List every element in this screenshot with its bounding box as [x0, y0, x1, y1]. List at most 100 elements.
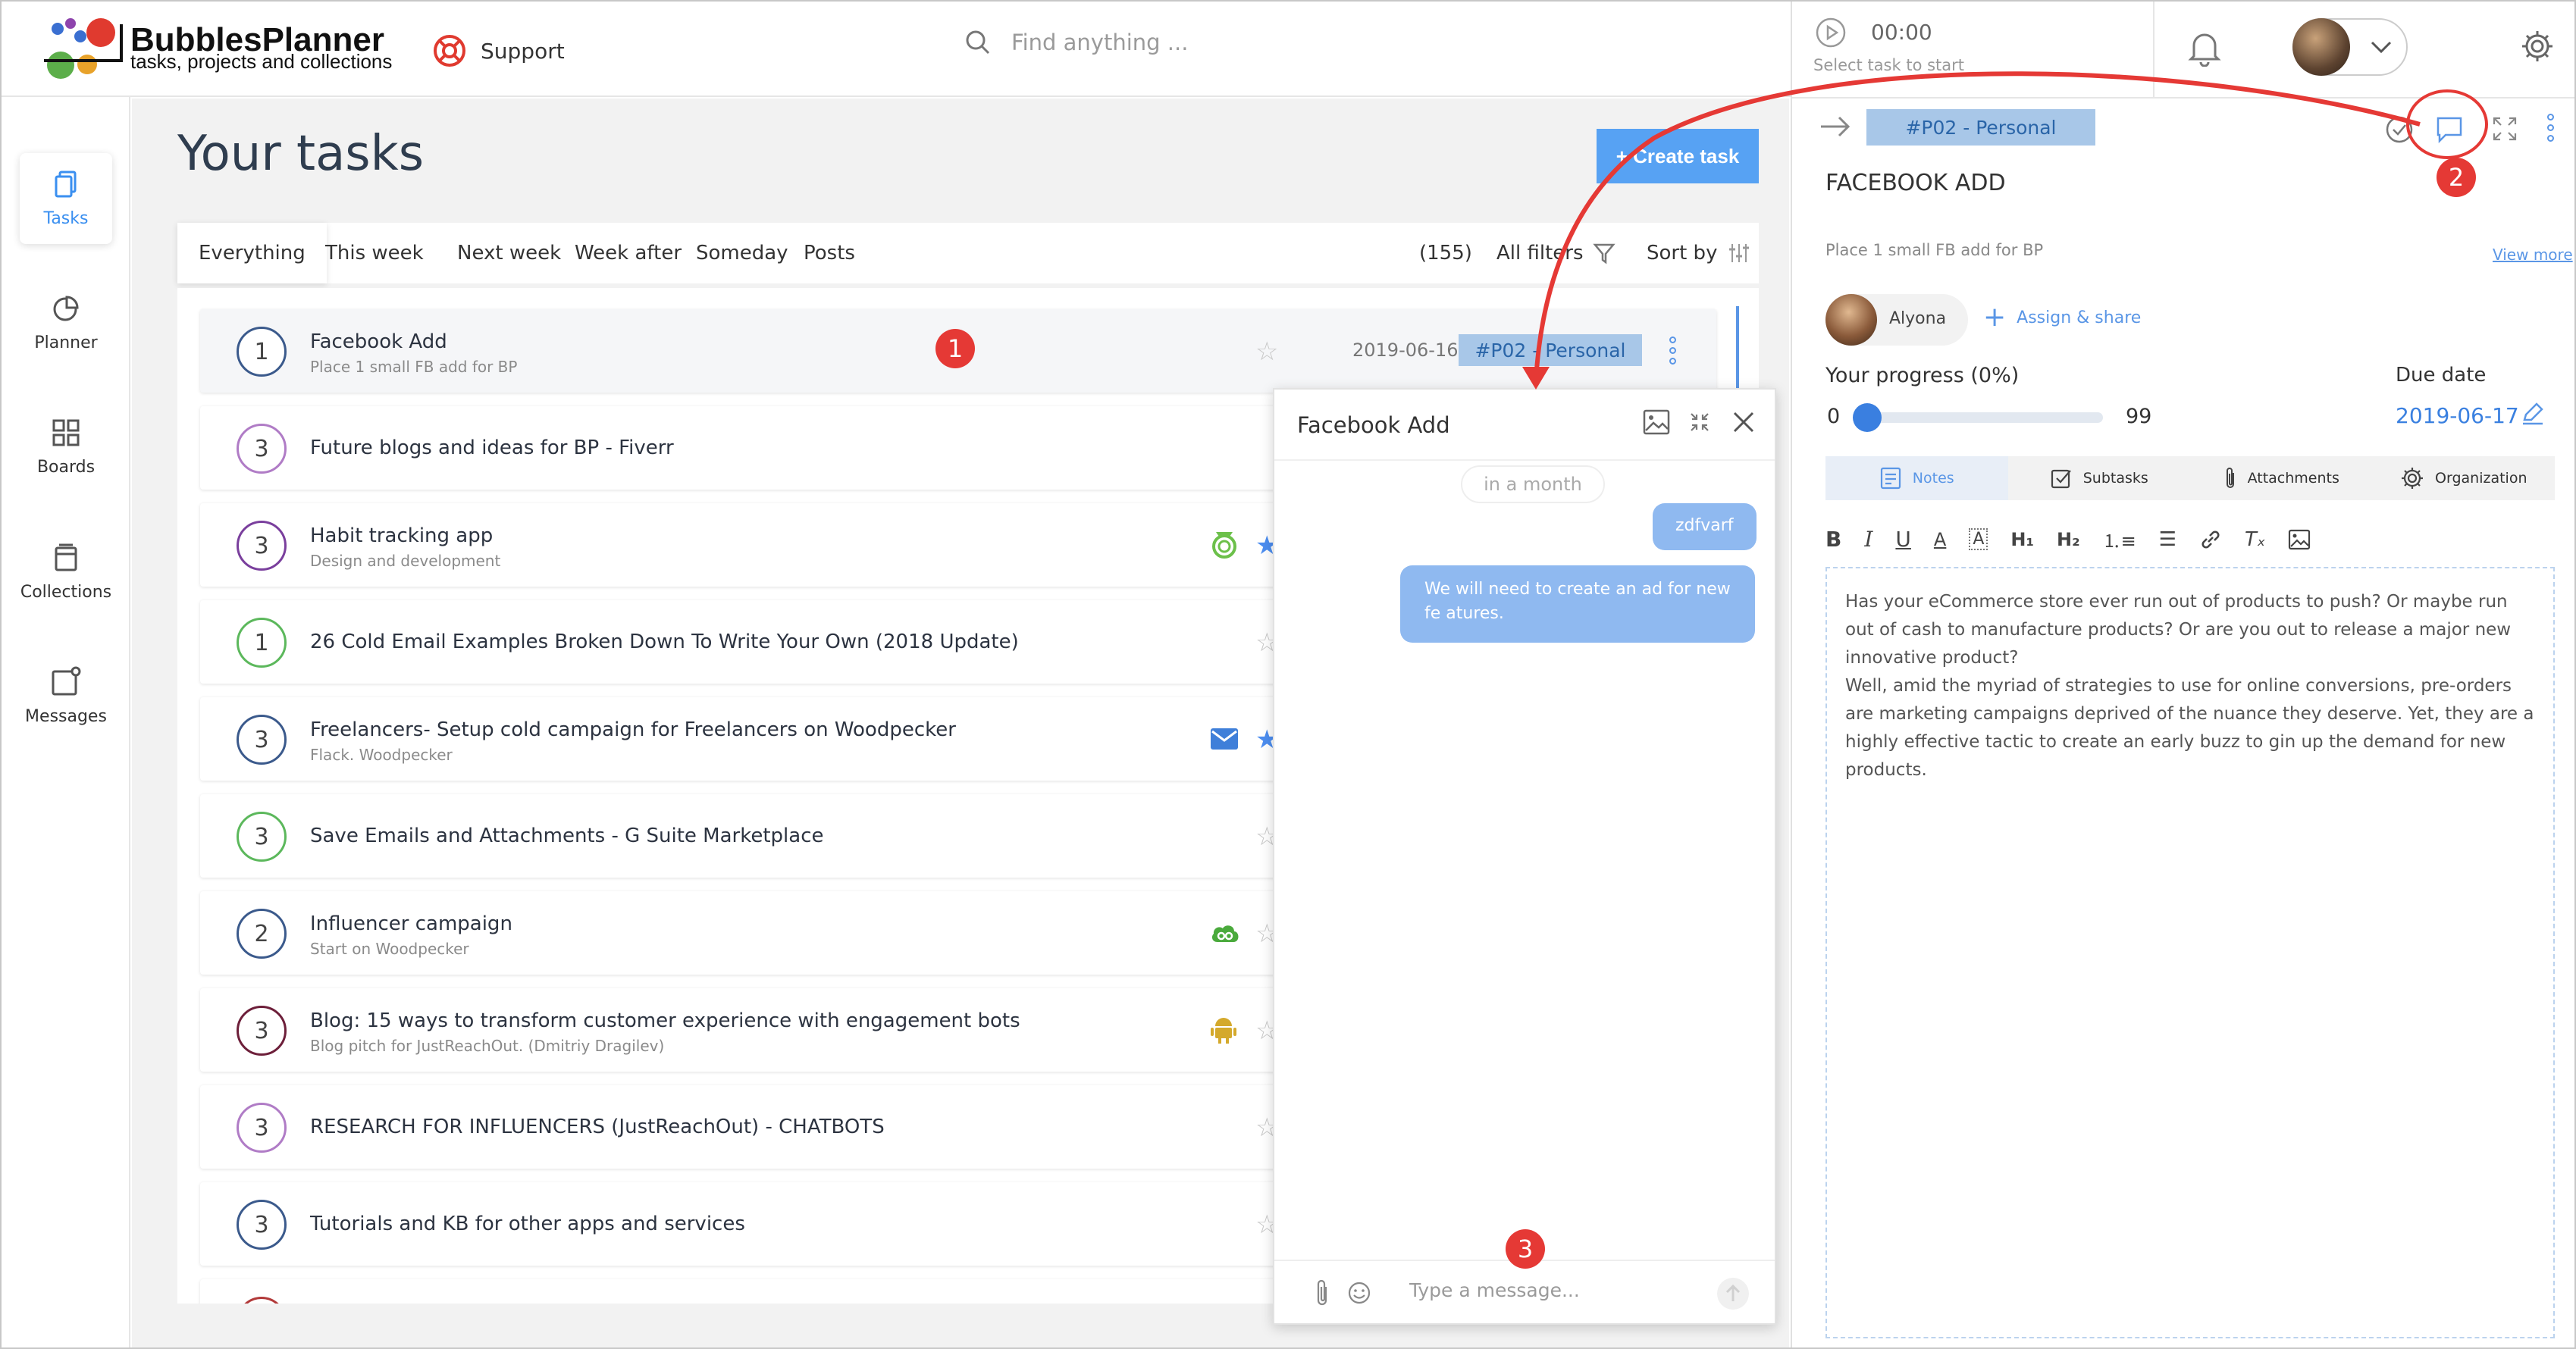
gear-icon[interactable] — [2520, 29, 2555, 64]
tab-label: Notes — [1912, 470, 1954, 487]
panel-tag[interactable]: #P02 - Personal — [1866, 109, 2095, 146]
task-count: (155) — [1419, 242, 1472, 264]
priority-circle: 2 — [237, 909, 287, 959]
android-icon — [1211, 1018, 1236, 1044]
tab-label: Organization — [2435, 470, 2527, 487]
notes-editor[interactable]: Has your eCommerce store ever run out of… — [1825, 567, 2555, 1338]
priority-circle: 3 — [237, 424, 287, 474]
all-filters-button[interactable]: All filters — [1496, 223, 1615, 283]
search-icon[interactable] — [964, 29, 992, 56]
app-logo-icon — [1212, 532, 1236, 559]
italic-icon[interactable]: I — [1864, 527, 1872, 552]
priority-circle: 3 — [237, 812, 287, 862]
sidebar-item-label: Planner — [34, 333, 98, 352]
ordered-list-icon[interactable]: ⒈≡ — [2103, 526, 2136, 552]
task-title: Influencer campaign — [310, 912, 512, 935]
link-icon[interactable] — [2199, 528, 2222, 551]
task-title: Future blogs and ideas for BP - Fiverr — [310, 437, 674, 459]
slider-handle[interactable] — [1853, 403, 1882, 432]
send-icon[interactable] — [1716, 1276, 1750, 1311]
task-detail-panel: 00:00 Select task to start #P02 - Person… — [1791, 2, 2574, 1347]
tab-next-week[interactable]: Next week — [457, 223, 561, 283]
chat-bubble-icon[interactable] — [2435, 115, 2464, 144]
brand-tagline: tasks, projects and collections — [130, 50, 393, 73]
stack-icon — [55, 543, 77, 571]
sort-by-button[interactable]: Sort by — [1647, 223, 1750, 283]
due-date-value[interactable]: 2019-06-17 — [2396, 403, 2519, 428]
bold-icon[interactable]: B — [1825, 527, 1841, 552]
tab-notes[interactable]: Notes — [1825, 456, 2008, 500]
task-title: Save Emails and Attachments - G Suite Ma… — [310, 825, 824, 847]
paperclip-icon — [2226, 468, 2234, 488]
annotation-badge-2: 2 — [2437, 158, 2476, 197]
image-icon[interactable] — [2288, 529, 2311, 550]
tab-someday[interactable]: Someday — [696, 223, 788, 283]
sidebar-item-messages[interactable]: Messages — [20, 650, 112, 741]
more-menu-icon[interactable] — [2547, 114, 2554, 142]
app-window: BubblesPlanner tasks, projects and colle… — [0, 0, 2576, 1349]
chat-message: zdfvarf — [1653, 503, 1757, 550]
panel-task-description: Place 1 small FB add for BP — [1825, 241, 2044, 259]
grid-icon — [52, 419, 80, 446]
paperclip-icon[interactable] — [1314, 1278, 1330, 1308]
play-icon[interactable] — [1815, 17, 1847, 49]
avatar — [2292, 18, 2350, 76]
plus-icon: + — [1983, 302, 2007, 333]
emoji-icon[interactable] — [1347, 1281, 1371, 1305]
clear-format-icon[interactable]: Tₓ — [2245, 528, 2265, 551]
annotation-badge-3: 3 — [1506, 1229, 1545, 1269]
expand-icon[interactable] — [2491, 115, 2518, 142]
chat-message: We will need to create an ad for new fe … — [1400, 565, 1755, 643]
notes-paragraph: Has your eCommerce store ever run out of… — [1845, 592, 2512, 668]
pie-chart-icon — [53, 295, 79, 321]
tab-everything[interactable]: Everything — [177, 223, 327, 283]
bell-icon[interactable] — [2186, 27, 2223, 67]
task-date: 2019-06-16 — [1352, 340, 1459, 361]
sidebar-item-label: Boards — [36, 457, 96, 477]
check-circle-icon[interactable] — [2385, 115, 2414, 144]
star-icon[interactable]: ☆ — [1255, 336, 1278, 367]
text-color-icon[interactable]: A — [1934, 529, 1946, 550]
assignee-chip[interactable]: Alyona — [1825, 294, 1968, 346]
tab-subtasks[interactable]: Subtasks — [2008, 456, 2191, 500]
heading2-icon[interactable]: H₂ — [2057, 529, 2080, 550]
sidebar-item-planner[interactable]: Planner — [20, 277, 112, 368]
assignee-name: Alyona — [1889, 309, 1947, 328]
sidebar-item-label: Tasks — [43, 208, 89, 228]
sidebar-item-tasks[interactable]: Tasks — [20, 153, 112, 244]
avatar — [1825, 294, 1877, 346]
search-input[interactable] — [1011, 30, 1330, 55]
view-more-link[interactable]: View more — [2493, 246, 2573, 264]
tab-this-week[interactable]: This week — [325, 223, 424, 283]
message-input[interactable] — [1409, 1279, 1682, 1301]
tab-posts[interactable]: Posts — [804, 223, 855, 283]
logo[interactable] — [44, 17, 126, 82]
progress-percent: (0%) — [1970, 364, 2020, 387]
support-link[interactable]: Support — [432, 33, 565, 68]
underline-icon[interactable]: U — [1895, 527, 1911, 552]
highlight-icon[interactable]: A — [1969, 528, 1988, 550]
sidebar-item-label: Messages — [25, 706, 107, 726]
create-task-button[interactable]: + Create task — [1597, 129, 1759, 183]
task-subtitle: Start on Woodpecker — [310, 940, 469, 958]
task-tag[interactable]: #P02 - Personal — [1459, 334, 1642, 366]
image-icon[interactable] — [1643, 409, 1670, 435]
tab-attachments[interactable]: Attachments — [2190, 456, 2373, 500]
close-icon[interactable] — [1732, 411, 1755, 433]
bullet-list-icon[interactable]: ☰ — [2159, 528, 2176, 551]
priority-circle: 3 — [237, 715, 287, 765]
arrow-right-icon[interactable] — [1819, 114, 1851, 139]
tab-week-after[interactable]: Week after — [575, 223, 682, 283]
pencil-icon[interactable] — [2520, 400, 2546, 426]
collapse-icon[interactable] — [1688, 411, 1711, 433]
gear-icon — [2402, 468, 2424, 489]
progress-slider[interactable] — [1853, 403, 2103, 432]
heading1-icon[interactable]: H₁ — [2010, 529, 2034, 550]
progress-min: 0 — [1827, 405, 1841, 428]
sidebar-item-boards[interactable]: Boards — [20, 402, 112, 493]
list-scrollbar[interactable] — [1736, 306, 1739, 400]
tab-organization[interactable]: Organization — [2373, 456, 2556, 500]
assign-share-button[interactable]: + Assign & share — [1983, 302, 2141, 333]
more-menu-icon[interactable] — [1669, 336, 1677, 365]
sidebar-item-collections[interactable]: Collections — [20, 526, 112, 617]
